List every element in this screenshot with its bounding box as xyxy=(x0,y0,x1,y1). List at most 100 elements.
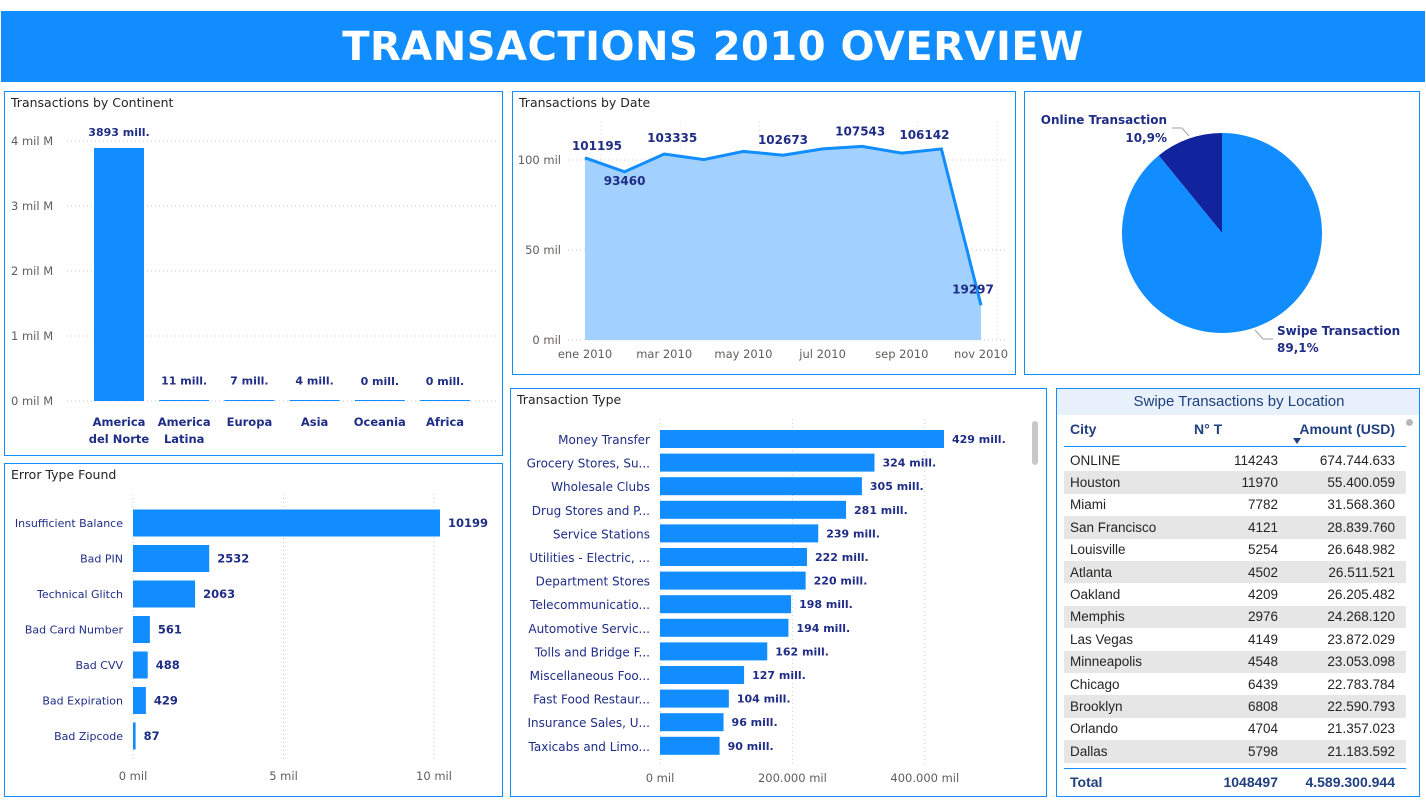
bar xyxy=(660,571,806,590)
city-cell: Brooklyn xyxy=(1070,699,1123,715)
total-label: Total xyxy=(1070,774,1103,790)
y-category-label: Bad Zipcode xyxy=(54,730,123,743)
bar xyxy=(133,722,136,750)
error-chart-panel[interactable]: Error Type Found 0 mil 5 mil 10 mil Insuffi… xyxy=(4,463,503,797)
location-table-panel[interactable]: Swipe Transactions by Location City N° T… xyxy=(1056,388,1420,797)
bar xyxy=(660,477,862,496)
table-row[interactable]: Memphis 2976 24.268.120 xyxy=(1064,605,1406,629)
bar xyxy=(94,147,144,401)
continent-chart-panel[interactable]: Transactions by Continent 0 mil M1 mil M… xyxy=(4,91,503,456)
table-row[interactable]: ONLINE 114243 674.744.633 xyxy=(1064,449,1406,471)
x-category-label: del Norte xyxy=(89,432,150,446)
bar xyxy=(660,689,729,708)
count-cell: 114243 xyxy=(1233,452,1278,468)
bar xyxy=(660,642,768,661)
bar-data-label: 0 mill. xyxy=(426,375,464,388)
table-row[interactable]: Oakland 4209 26.205.482 xyxy=(1064,583,1406,605)
amount-cell: 55.400.059 xyxy=(1327,475,1395,491)
city-cell: Las Vegas xyxy=(1070,631,1134,647)
bar-data-label: 90 mill. xyxy=(728,740,774,753)
x-tick-label: nov 2010 xyxy=(954,347,1008,361)
city-cell: Chicago xyxy=(1070,676,1120,692)
y-category-label: Department Stores xyxy=(536,575,650,589)
table-row[interactable]: Dallas 5798 21.183.592 xyxy=(1064,740,1406,763)
bar xyxy=(133,509,440,537)
x-category-label: Oceania xyxy=(354,415,406,429)
x-tick-label: 5 mil xyxy=(269,769,298,783)
column-header-amount[interactable]: Amount (USD) xyxy=(1299,421,1395,437)
x-tick-label: 0 mil xyxy=(119,769,148,783)
column-header-count[interactable]: N° T xyxy=(1194,421,1222,437)
bar-data-label: 220 mill. xyxy=(814,575,868,588)
x-tick-label: 200.000 mil xyxy=(758,771,827,785)
point-data-label: 93460 xyxy=(604,174,646,188)
amount-cell: 31.568.360 xyxy=(1327,497,1395,513)
city-cell: Dallas xyxy=(1070,743,1108,759)
table-row[interactable]: Brooklyn 6808 22.590.793 xyxy=(1064,695,1406,718)
amount-cell: 22.783.784 xyxy=(1327,676,1395,692)
bar-data-label: 162 mill. xyxy=(775,645,829,658)
table-scrollbar-thumb[interactable] xyxy=(1406,419,1413,426)
bar xyxy=(354,400,405,401)
slice-name-label: Swipe Transaction xyxy=(1277,324,1400,338)
city-cell: San Francisco xyxy=(1070,519,1157,535)
y-category-label: Miscellaneous Foo... xyxy=(530,669,650,683)
bar-data-label: 324 mill. xyxy=(882,457,936,470)
count-cell: 7782 xyxy=(1247,497,1278,513)
table-row[interactable]: Las Vegas 4149 23.872.029 xyxy=(1064,628,1406,650)
type-chart-panel[interactable]: Transaction Type 0 mil 200.000 mil 400.000… xyxy=(510,388,1047,797)
table-row[interactable]: Atlanta 4502 26.511.521 xyxy=(1064,561,1406,584)
count-cell: 11970 xyxy=(1241,475,1278,491)
bar xyxy=(660,666,745,684)
y-tick-label: 1 mil M xyxy=(11,329,53,343)
table-row[interactable]: Minneapolis 4548 23.053.098 xyxy=(1064,650,1406,673)
y-category-label: Grocery Stores, Su... xyxy=(527,457,650,471)
column-header-city[interactable]: City xyxy=(1070,421,1096,437)
slice-name-label: Online Transaction xyxy=(1041,113,1167,127)
slice-percent-label: 10,9% xyxy=(1125,131,1167,145)
table-row[interactable]: Orlando 4704 21.357.023 xyxy=(1064,718,1406,740)
bar-data-label: 11 mill. xyxy=(161,374,207,387)
y-category-label: Technical Glitch xyxy=(36,588,123,601)
pie-slice xyxy=(1122,133,1322,333)
y-category-label: Wholesale Clubs xyxy=(551,480,650,494)
amount-cell: 26.511.521 xyxy=(1328,564,1395,580)
bar-data-label: 281 mill. xyxy=(854,504,908,517)
type-chart-scrollbar[interactable] xyxy=(1032,421,1038,465)
city-cell: Oakland xyxy=(1070,587,1121,603)
date-area-chart: 0 mil 50 mil 100 mil ene 2010 mar 2010 may 20… xyxy=(518,122,1008,361)
sort-desc-icon[interactable] xyxy=(1293,438,1301,444)
count-cell: 4704 xyxy=(1247,721,1278,737)
table-row[interactable]: Chicago 6439 22.783.784 xyxy=(1064,673,1406,695)
bar xyxy=(133,687,146,714)
amount-cell: 26.648.982 xyxy=(1327,542,1395,558)
bar xyxy=(133,616,150,643)
bar-data-label: 305 mill. xyxy=(870,480,924,493)
y-category-label: Bad Card Number xyxy=(25,624,124,637)
bar xyxy=(660,618,789,637)
date-chart-panel[interactable]: Transactions by Date 0 mil 50 mil 100 mil e… xyxy=(512,91,1016,375)
bar xyxy=(660,548,807,566)
city-cell: Orlando xyxy=(1070,721,1119,737)
table-row[interactable]: Miami 7782 31.568.360 xyxy=(1064,494,1406,516)
bar-data-label: 87 xyxy=(144,729,160,743)
point-data-label: 103335 xyxy=(647,131,697,145)
bar xyxy=(660,736,720,755)
bar xyxy=(660,453,875,472)
total-count: 1048497 xyxy=(1223,774,1278,790)
table-total-row: Total 1048497 4.589.300.944 xyxy=(1064,768,1406,796)
bar-data-label: 7 mill. xyxy=(230,375,268,388)
y-category-label: Tolls and Bridge F... xyxy=(534,645,650,659)
x-category-label: Europa xyxy=(227,415,273,429)
table-row[interactable]: San Francisco 4121 28.839.760 xyxy=(1064,516,1406,539)
count-cell: 2976 xyxy=(1247,609,1278,625)
bar xyxy=(420,400,470,401)
count-cell: 6439 xyxy=(1247,676,1278,692)
pie-chart-panel[interactable]: Online Transaction 10,9% Swipe Transaction… xyxy=(1024,91,1420,375)
bar-data-label: 239 mill. xyxy=(826,527,880,540)
table-row[interactable]: Houston 11970 55.400.059 xyxy=(1064,471,1406,494)
city-cell: Louisville xyxy=(1070,542,1126,558)
amount-cell: 21.357.023 xyxy=(1327,721,1395,737)
table-row[interactable]: Louisville 5254 26.648.982 xyxy=(1064,539,1406,561)
y-category-label: Utilities - Electric, ... xyxy=(529,551,650,565)
